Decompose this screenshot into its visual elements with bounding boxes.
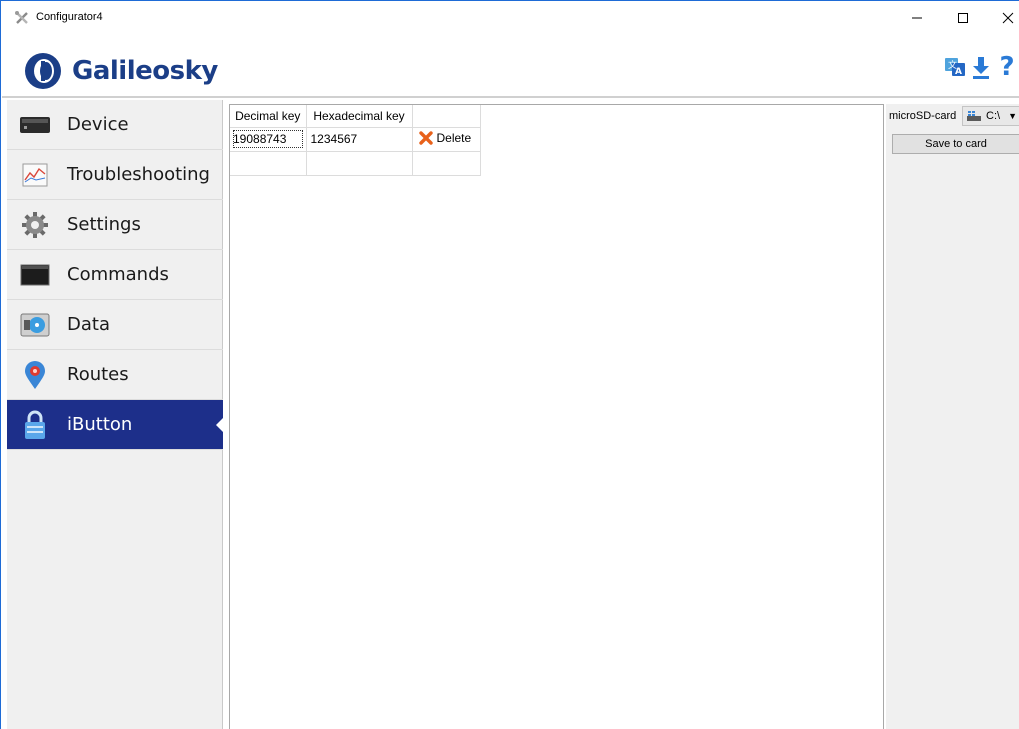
- new-decimal-cell[interactable]: [230, 151, 307, 176]
- decimal-key-value: 19088743: [232, 129, 304, 149]
- sidebar-nav: Device Troubleshooting Settings Commands…: [7, 100, 224, 729]
- window-title: Configurator4: [36, 11, 103, 23]
- sidebar-item-label: Device: [67, 114, 129, 135]
- microsd-label: microSD-card: [889, 110, 957, 122]
- sidebar-item-settings[interactable]: Settings: [7, 200, 223, 250]
- translate-icon[interactable]: 文 A: [944, 54, 966, 80]
- sidebar-item-label: Commands: [67, 264, 169, 285]
- delete-label: Delete: [436, 130, 472, 145]
- new-action-cell: [412, 151, 481, 176]
- delete-cell: Delete: [412, 127, 481, 152]
- sidebar-item-label: Data: [67, 314, 110, 335]
- sidebar-item-ibutton[interactable]: iButton: [7, 400, 224, 450]
- column-header-actions: [412, 105, 481, 128]
- chevron-down-icon: ▼: [1008, 111, 1017, 121]
- save-to-card-button[interactable]: Save to card: [892, 134, 1019, 154]
- tools-icon: [14, 10, 30, 26]
- sidebar-item-routes[interactable]: Routes: [7, 350, 223, 400]
- ibutton-keys-panel: Decimal key Hexadecimal key 19088743 123…: [229, 104, 884, 729]
- app-header: Galileosky 文 A ?: [2, 34, 1019, 98]
- help-icon[interactable]: ?: [996, 52, 1018, 82]
- help-glyph: ?: [999, 52, 1015, 82]
- sidebar-item-device[interactable]: Device: [7, 100, 223, 150]
- svg-text:A: A: [955, 67, 962, 77]
- table-row-empty: [230, 151, 481, 176]
- galileosky-logo: Galileosky: [24, 52, 218, 90]
- sidebar-item-troubleshooting[interactable]: Troubleshooting: [7, 150, 223, 200]
- drive-value: C:\: [986, 110, 1001, 122]
- decimal-key-cell[interactable]: 19088743: [230, 127, 307, 152]
- column-header-hex[interactable]: Hexadecimal key: [306, 105, 413, 128]
- column-header-decimal[interactable]: Decimal key: [230, 105, 307, 128]
- logo-mark-icon: [25, 53, 61, 89]
- sidebar-item-label: Routes: [67, 364, 129, 385]
- delete-x-icon: [418, 130, 433, 145]
- download-icon[interactable]: [970, 54, 992, 80]
- drive-icon: [967, 111, 981, 121]
- new-hex-cell[interactable]: [306, 151, 413, 176]
- data-disk-icon: [19, 309, 51, 341]
- chart-icon: [19, 159, 51, 191]
- sidebar-item-data[interactable]: Data: [7, 300, 223, 350]
- minimize-button[interactable]: [894, 2, 940, 34]
- delete-button[interactable]: Delete: [415, 130, 472, 145]
- logo-text: Galileosky: [72, 56, 218, 86]
- close-button[interactable]: [985, 2, 1019, 34]
- sd-card-panel: microSD-card C:\ ▼ Save to card: [886, 104, 1019, 729]
- keys-table: Decimal key Hexadecimal key 19088743 123…: [230, 105, 481, 176]
- table-row: 19088743 1234567 Delete: [230, 127, 481, 152]
- lock-icon: [19, 409, 51, 441]
- drive-select[interactable]: C:\ ▼: [962, 106, 1019, 126]
- sidebar-item-commands[interactable]: Commands: [7, 250, 223, 300]
- title-bar[interactable]: Configurator4: [2, 2, 1019, 34]
- terminal-icon: [19, 259, 51, 291]
- app-window: Configurator4 Galileosky 文 A ? Device Tr…: [0, 0, 1019, 729]
- sidebar-item-label: iButton: [67, 414, 133, 435]
- sidebar-item-label: Troubleshooting: [67, 164, 210, 185]
- device-icon: [19, 109, 51, 141]
- table-header-row: Decimal key Hexadecimal key: [230, 105, 481, 128]
- hex-key-cell[interactable]: 1234567: [306, 127, 413, 152]
- sidebar-item-label: Settings: [67, 214, 141, 235]
- map-pin-icon: [19, 359, 51, 391]
- gear-icon: [19, 209, 51, 241]
- maximize-button[interactable]: [940, 2, 986, 34]
